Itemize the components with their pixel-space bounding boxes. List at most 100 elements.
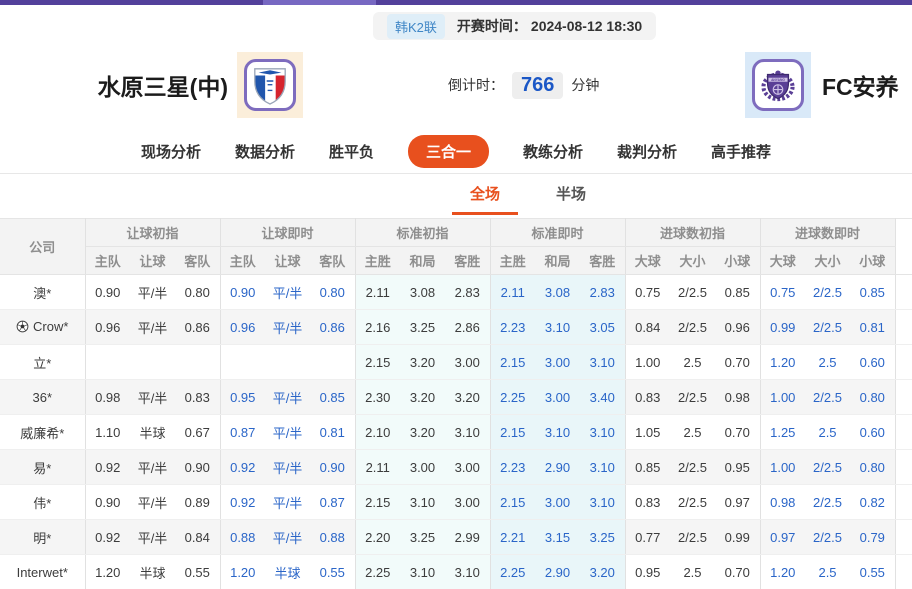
odds-cell[interactable]: 2.15: [490, 485, 535, 520]
odds-cell: [220, 345, 265, 380]
odds-cell[interactable]: 2.5: [805, 555, 850, 589]
home-team-logo[interactable]: [237, 52, 303, 118]
odds-cell[interactable]: 2.5: [805, 415, 850, 450]
odds-cell[interactable]: 2.15: [490, 415, 535, 450]
odds-cell[interactable]: 0.60: [850, 415, 895, 450]
odds-cell[interactable]: 平/半: [265, 310, 310, 345]
odds-cell[interactable]: 0.80: [850, 380, 895, 415]
odds-cell[interactable]: 3.00: [535, 485, 580, 520]
odds-cell[interactable]: 0.79: [850, 520, 895, 555]
odds-cell[interactable]: 0.80: [310, 275, 355, 310]
odds-cell: 0.86: [175, 310, 220, 345]
odds-cell[interactable]: 0.95: [220, 380, 265, 415]
nav-tab-现场分析[interactable]: 现场分析: [141, 141, 201, 162]
odds-cell: 2.15: [355, 345, 400, 380]
odds-cell[interactable]: 平/半: [265, 485, 310, 520]
nav-tab-数据分析[interactable]: 数据分析: [235, 141, 295, 162]
odds-cell[interactable]: 0.92: [220, 450, 265, 485]
nav-tab-高手推荐[interactable]: 高手推荐: [711, 141, 771, 162]
odds-cell[interactable]: 3.00: [535, 380, 580, 415]
odds-cell[interactable]: 3.10: [580, 345, 625, 380]
subtab-全场[interactable]: 全场: [452, 174, 518, 215]
nav-tab-裁判分析[interactable]: 裁判分析: [617, 141, 677, 162]
odds-cell[interactable]: 1.20: [760, 345, 805, 380]
odds-cell[interactable]: 3.05: [580, 310, 625, 345]
odds-cell[interactable]: 1.20: [220, 555, 265, 589]
odds-cell[interactable]: 0.98: [760, 485, 805, 520]
odds-cell[interactable]: 平/半: [265, 380, 310, 415]
odds-cell[interactable]: 0.85: [850, 275, 895, 310]
odds-cell[interactable]: 2.90: [535, 450, 580, 485]
odds-cell[interactable]: 3.08: [535, 275, 580, 310]
odds-cell[interactable]: 平/半: [265, 520, 310, 555]
odds-cell[interactable]: 2.23: [490, 450, 535, 485]
odds-cell[interactable]: 2/2.5: [805, 310, 850, 345]
nav-tab-教练分析[interactable]: 教练分析: [523, 141, 583, 162]
odds-cell[interactable]: 0.80: [850, 450, 895, 485]
odds-cell[interactable]: 0.90: [310, 450, 355, 485]
nav-tab-胜平负[interactable]: 胜平负: [329, 141, 374, 162]
odds-cell: 2.86: [445, 310, 490, 345]
odds-cell[interactable]: 平/半: [265, 450, 310, 485]
sub-header: 小球: [715, 247, 760, 275]
odds-cell[interactable]: 2.11: [490, 275, 535, 310]
odds-cell[interactable]: 3.20: [580, 555, 625, 589]
odds-cell[interactable]: 2.90: [535, 555, 580, 589]
odds-cell: 2.11: [355, 450, 400, 485]
odds-cell[interactable]: 2/2.5: [805, 485, 850, 520]
odds-cell[interactable]: 3.40: [580, 380, 625, 415]
odds-cell[interactable]: 0.97: [760, 520, 805, 555]
away-team-name[interactable]: FC安养: [822, 41, 899, 129]
odds-cell[interactable]: 0.82: [850, 485, 895, 520]
odds-cell[interactable]: 0.88: [310, 520, 355, 555]
odds-cell[interactable]: 半球: [265, 555, 310, 589]
odds-cell[interactable]: 2.25: [490, 555, 535, 589]
odds-cell[interactable]: 3.10: [535, 310, 580, 345]
odds-cell[interactable]: 1.25: [760, 415, 805, 450]
odds-cell[interactable]: 2.15: [490, 345, 535, 380]
odds-cell[interactable]: 3.10: [580, 415, 625, 450]
odds-cell[interactable]: 0.90: [220, 275, 265, 310]
table-row: 伟*0.90平/半0.890.92平/半0.872.153.103.002.15…: [0, 485, 912, 520]
nav-tab-三合一[interactable]: 三合一: [408, 135, 489, 168]
odds-cell[interactable]: 2.21: [490, 520, 535, 555]
odds-cell[interactable]: 0.92: [220, 485, 265, 520]
odds-cell[interactable]: 0.75: [760, 275, 805, 310]
odds-cell[interactable]: 2.5: [805, 345, 850, 380]
odds-cell[interactable]: 2.25: [490, 380, 535, 415]
odds-cell[interactable]: 0.55: [850, 555, 895, 589]
odds-cell[interactable]: 3.00: [535, 345, 580, 380]
odds-cell[interactable]: 3.10: [535, 415, 580, 450]
odds-cell[interactable]: 0.86: [310, 310, 355, 345]
odds-cell[interactable]: 0.81: [310, 415, 355, 450]
odds-cell[interactable]: 1.20: [760, 555, 805, 589]
odds-cell[interactable]: 0.96: [220, 310, 265, 345]
odds-cell[interactable]: 0.81: [850, 310, 895, 345]
odds-cell[interactable]: 2/2.5: [805, 450, 850, 485]
home-team-name[interactable]: 水原三星(中): [0, 41, 228, 129]
odds-cell[interactable]: 3.25: [580, 520, 625, 555]
odds-cell[interactable]: 平/半: [265, 415, 310, 450]
odds-cell[interactable]: 0.60: [850, 345, 895, 380]
odds-cell[interactable]: 3.15: [535, 520, 580, 555]
odds-cell[interactable]: 1.00: [760, 450, 805, 485]
odds-cell[interactable]: 0.99: [760, 310, 805, 345]
company-name: 36*: [0, 380, 85, 415]
odds-cell[interactable]: 0.85: [310, 380, 355, 415]
away-team-logo[interactable]: ANYANG: [745, 52, 811, 118]
odds-cell[interactable]: 2/2.5: [805, 380, 850, 415]
odds-cell[interactable]: 0.87: [220, 415, 265, 450]
odds-cell[interactable]: 1.00: [760, 380, 805, 415]
odds-cell[interactable]: 0.55: [310, 555, 355, 589]
odds-cell[interactable]: 2.23: [490, 310, 535, 345]
odds-cell[interactable]: 3.10: [580, 450, 625, 485]
odds-cell[interactable]: 2.83: [580, 275, 625, 310]
odds-cell[interactable]: 0.87: [310, 485, 355, 520]
odds-cell[interactable]: 3.10: [580, 485, 625, 520]
odds-cell[interactable]: 2/2.5: [805, 275, 850, 310]
odds-cell[interactable]: 0.88: [220, 520, 265, 555]
odds-cell[interactable]: 平/半: [265, 275, 310, 310]
subtab-半场[interactable]: 半场: [538, 174, 604, 215]
odds-cell[interactable]: 2/2.5: [805, 520, 850, 555]
company-label: 36*: [32, 390, 52, 405]
